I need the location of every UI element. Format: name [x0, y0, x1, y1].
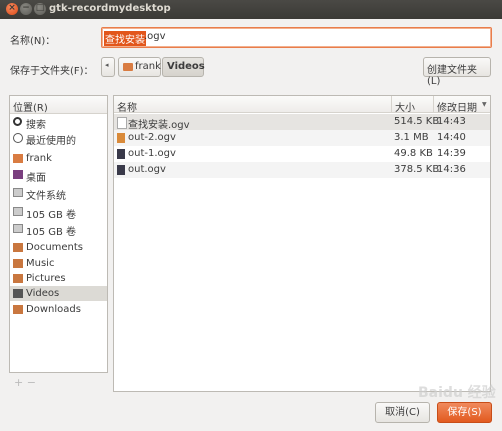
home-folder-icon — [13, 154, 23, 163]
videos-folder-icon — [13, 289, 23, 298]
column-header-label: 大小 — [395, 103, 415, 114]
create-folder-button[interactable]: 创建文件夹(L) — [423, 57, 491, 87]
file-date: 14:36 — [437, 164, 466, 175]
file-size: 49.8 KB — [394, 148, 433, 159]
place-item-videos[interactable]: Videos — [10, 286, 107, 301]
blank-file-icon — [117, 117, 127, 129]
place-item-music[interactable]: Music — [10, 256, 107, 271]
file-row[interactable]: out-1.ogv 49.8 KB 14:39 — [114, 146, 490, 162]
save-in-label: 保存于文件夹(F)： — [10, 66, 94, 77]
place-label: 桌面 — [26, 173, 46, 184]
filename-input[interactable]: 查找安装 .ogv — [101, 27, 492, 48]
documents-folder-icon — [13, 243, 23, 252]
cancel-button[interactable]: 取消(C) — [375, 402, 430, 423]
file-row[interactable]: out.ogv 378.5 KB 14:36 — [114, 162, 490, 178]
close-icon: × — [8, 3, 16, 13]
video-file-icon — [117, 149, 125, 159]
file-size: 378.5 KB — [394, 164, 440, 175]
place-item-search[interactable]: 搜索 — [10, 114, 107, 131]
places-sidebar: 位置(R) 搜索 最近使用的 frank 桌面 文件系统 105 GB 卷 10… — [9, 95, 108, 373]
place-label: frank — [26, 153, 52, 164]
places-header-label: 位置(R) — [13, 103, 48, 114]
home-folder-icon — [123, 63, 133, 71]
video-file-icon — [117, 165, 125, 175]
minimize-icon: − — [22, 3, 30, 13]
pictures-folder-icon — [13, 274, 23, 283]
column-header-date[interactable]: 修改日期 ▼ — [434, 96, 490, 114]
file-date: 14:40 — [437, 132, 466, 143]
file-row[interactable]: 查找安装.ogv 514.5 KB 14:43 — [114, 114, 490, 131]
music-folder-icon — [13, 259, 23, 268]
sort-descending-icon: ▼ — [482, 101, 487, 108]
maximize-icon: □ — [35, 3, 45, 13]
place-label: Downloads — [26, 304, 81, 315]
file-name: 查找安装.ogv — [128, 120, 190, 131]
save-button[interactable]: 保存(S) — [437, 402, 492, 423]
place-item-frank[interactable]: frank — [10, 151, 107, 166]
filename-selected-text: 查找安装 — [104, 31, 146, 46]
path-button-frank[interactable]: frank — [118, 57, 161, 77]
path-button-label: Videos — [167, 61, 205, 72]
recent-icon — [13, 133, 23, 143]
watermark: Baidu 经验 — [418, 385, 496, 401]
file-name: out.ogv — [128, 164, 166, 175]
filename-extension-text: .ogv — [144, 31, 166, 42]
add-remove-bookmark-buttons[interactable]: + − — [14, 376, 36, 389]
title-bar: × − □ gtk-recordmydesktop — [0, 0, 502, 19]
place-item-downloads[interactable]: Downloads — [10, 302, 107, 317]
maximize-window-button[interactable]: □ — [34, 3, 46, 15]
minimize-window-button[interactable]: − — [20, 3, 32, 15]
downloads-folder-icon — [13, 305, 23, 314]
column-header-size[interactable]: 大小 — [392, 96, 434, 114]
place-label: 105 GB 卷 — [26, 210, 77, 221]
file-name: out-1.ogv — [128, 148, 176, 159]
path-back-button[interactable]: ◂ — [101, 57, 115, 77]
column-header-name[interactable]: 名称 — [114, 96, 392, 114]
chevron-left-icon: ◂ — [105, 61, 109, 69]
place-label: 搜索 — [26, 120, 46, 131]
place-item-filesystem[interactable]: 文件系统 — [10, 185, 107, 202]
column-header-label: 名称 — [117, 103, 137, 114]
drive-icon — [13, 188, 23, 197]
place-label: Documents — [26, 242, 84, 253]
file-date: 14:43 — [437, 116, 466, 127]
desktop-icon — [13, 170, 23, 179]
place-label: Music — [26, 258, 55, 269]
create-folder-label: 创建文件夹(L) — [427, 65, 477, 87]
place-item-documents[interactable]: Documents — [10, 240, 107, 255]
file-size: 514.5 KB — [394, 116, 440, 127]
place-label: 文件系统 — [26, 191, 66, 202]
close-window-button[interactable]: × — [6, 3, 18, 15]
places-header[interactable]: 位置(R) — [10, 96, 107, 114]
drive-icon — [13, 207, 23, 216]
place-label: Videos — [26, 288, 60, 299]
place-label: Pictures — [26, 273, 66, 284]
file-list: 名称 大小 修改日期 ▼ 查找安装.ogv 514.5 KB 14:43 out-… — [113, 95, 491, 392]
place-item-desktop[interactable]: 桌面 — [10, 167, 107, 184]
place-item-recent[interactable]: 最近使用的 — [10, 130, 107, 147]
filename-label: 名称(N)： — [10, 36, 56, 47]
file-size: 3.1 MB — [394, 132, 429, 143]
search-icon — [13, 117, 22, 126]
place-item-pictures[interactable]: Pictures — [10, 271, 107, 286]
place-label: 最近使用的 — [26, 136, 76, 147]
window-title: gtk-recordmydesktop — [49, 3, 171, 14]
column-header-label: 修改日期 — [437, 103, 477, 114]
place-item-volume-2[interactable]: 105 GB 卷 — [10, 221, 107, 238]
file-name: out-2.ogv — [128, 132, 176, 143]
place-item-volume-1[interactable]: 105 GB 卷 — [10, 204, 107, 221]
path-button-label: frank — [135, 61, 161, 72]
place-label: 105 GB 卷 — [26, 227, 77, 238]
path-button-videos[interactable]: Videos — [162, 57, 205, 77]
file-row[interactable]: out-2.ogv 3.1 MB 14:40 — [114, 130, 490, 146]
video-file-icon — [117, 133, 125, 143]
file-date: 14:39 — [437, 148, 466, 159]
drive-icon — [13, 224, 23, 233]
